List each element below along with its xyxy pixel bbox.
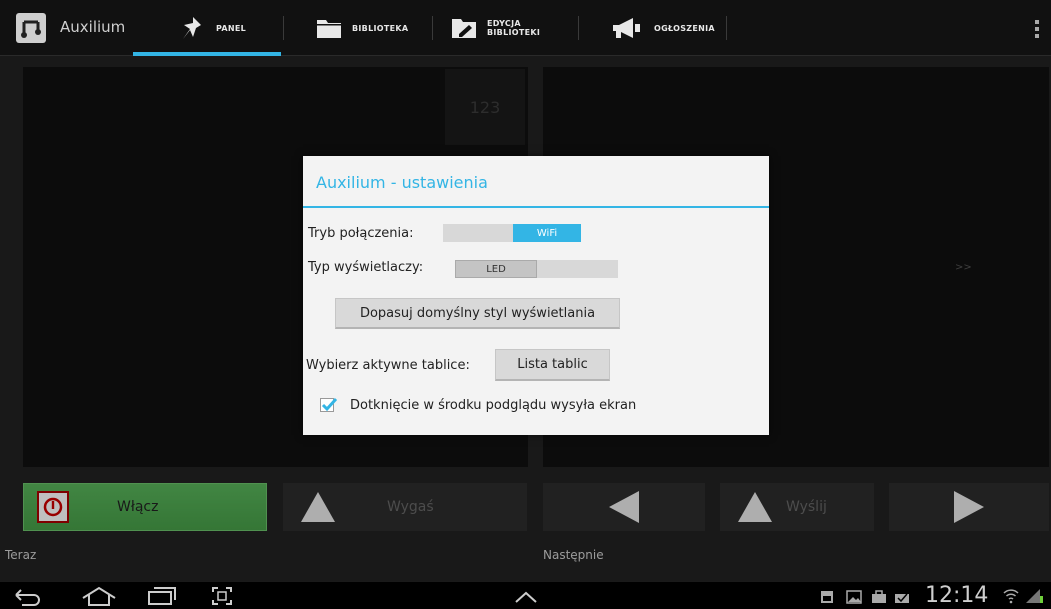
dialog-title-divider <box>303 206 769 208</box>
checkmark-icon <box>321 397 338 412</box>
tab-edycja-label-line1: EDYCJA <box>487 19 521 28</box>
display-type-value[interactable]: LED <box>455 260 537 278</box>
tab-edycja-label-line2: BIBLIOTEKI <box>487 28 541 37</box>
action-bar: Auxilium PANEL BIBLIOTEKA EDYCJA BIBLIOT… <box>0 0 1051 56</box>
tab-biblioteka-label: BIBLIOTEKA <box>352 23 409 33</box>
wifi-icon <box>1003 589 1019 604</box>
overflow-menu-icon[interactable] <box>1035 20 1039 38</box>
system-navigation-bar: 12:14 <box>0 581 1051 609</box>
tab-divider <box>578 16 579 40</box>
tab-panel-label: PANEL <box>216 23 247 33</box>
notification-store-icon <box>872 590 886 603</box>
app-title: Auxilium <box>60 18 126 36</box>
boards-list-button[interactable]: Lista tablic <box>495 349 610 381</box>
tab-divider <box>432 16 433 40</box>
notification-update-icon <box>895 593 909 603</box>
notification-image-icon <box>846 590 862 604</box>
app-logo-icon[interactable] <box>16 13 46 43</box>
tab-divider <box>726 16 727 40</box>
pin-icon <box>183 17 201 39</box>
screenshot-icon[interactable] <box>211 586 233 606</box>
chevron-up-icon[interactable] <box>514 590 538 604</box>
notification-sim-icon <box>821 591 833 603</box>
folder-icon <box>317 20 341 38</box>
connection-mode-value[interactable]: WiFi <box>513 224 581 242</box>
home-icon[interactable] <box>81 586 117 606</box>
active-boards-label: Wybierz aktywne tablice: <box>306 358 470 373</box>
tab-biblioteka[interactable]: BIBLIOTEKA <box>316 0 408 56</box>
tab-ogloszenia[interactable]: OGŁOSZENIA <box>610 0 715 56</box>
default-style-button[interactable]: Dopasuj domyślny styl wyświetlania <box>335 298 620 329</box>
settings-dialog: Auxilium - ustawienia Tryb połączenia: W… <box>303 156 769 435</box>
send-screen-checkbox[interactable] <box>320 397 338 412</box>
edit-folder-icon <box>452 19 476 38</box>
recent-apps-icon[interactable] <box>147 586 177 606</box>
tab-edycja-biblioteki[interactable]: EDYCJA BIBLIOTEKI <box>451 0 540 56</box>
tab-panel[interactable]: PANEL <box>180 0 246 56</box>
send-screen-label: Dotknięcie w środku podglądu wysyła ekra… <box>350 398 637 413</box>
back-icon[interactable] <box>12 586 42 606</box>
tab-ogloszenia-label: OGŁOSZENIA <box>654 23 715 33</box>
tab-divider <box>283 16 284 40</box>
display-type-label: Typ wyświetlaczy: <box>308 260 424 275</box>
signal-icon <box>1026 589 1043 603</box>
megaphone-icon <box>613 18 640 38</box>
status-clock: 12:14 <box>925 583 989 608</box>
dialog-title: Auxilium - ustawienia <box>316 173 488 192</box>
connection-mode-label: Tryb połączenia: <box>308 226 414 241</box>
